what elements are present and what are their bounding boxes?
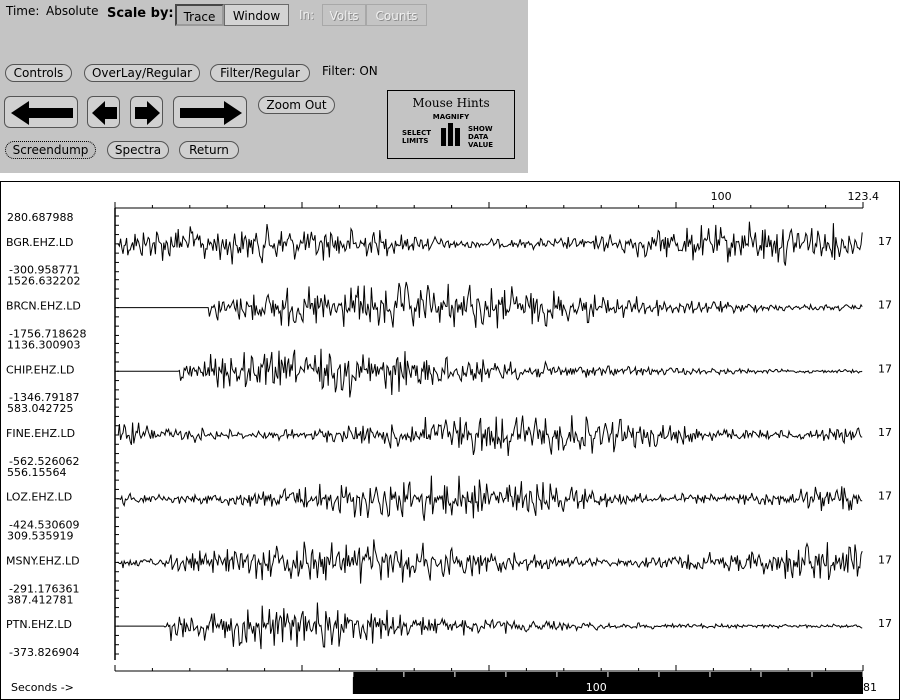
trace-max-label: 1526.632202 — [7, 275, 80, 288]
top-axis-end-label: 123.4 — [848, 190, 880, 203]
trace-name-label: CHIP.EHZ.LD — [6, 363, 74, 376]
seismogram-trace — [117, 281, 863, 329]
trace-name-label: FINE.EHZ.LD — [6, 427, 75, 440]
mouse-hints-select: SELECT LIMITS — [402, 129, 431, 145]
scale-by-label: Scale by: — [107, 6, 174, 21]
trace-right-label: 17 — [878, 553, 892, 566]
return-button[interactable]: Return — [179, 141, 239, 159]
trace-name-label: LOZ.EHZ.LD — [6, 491, 72, 504]
trace-right-label: 17 — [878, 426, 892, 439]
trace-max-label: 583.042725 — [7, 402, 73, 415]
trace-right-label: 17 — [878, 490, 892, 503]
seismogram-trace — [117, 348, 863, 398]
bottom-axis-end-label: 181 — [856, 681, 877, 694]
trace-max-label: 280.687988 — [7, 211, 73, 224]
seismogram-canvas[interactable]: 100 123.4280.687988BGR.EHZ.LD-300.9587711… — [1, 182, 899, 699]
scroll-far-right-button[interactable] — [173, 96, 247, 128]
left-arrow-icon — [92, 101, 117, 125]
trace-right-label: 17 — [878, 362, 892, 375]
mouse-hints-magnify: MAGNIFY — [432, 113, 470, 121]
scale-window-button[interactable]: Window — [224, 4, 289, 26]
time-label: Time: — [6, 4, 40, 18]
right-arrow-icon — [135, 101, 160, 125]
seismogram-trace — [117, 475, 863, 521]
trace-name-label: BRCN.EHZ.LD — [6, 300, 81, 313]
data-text: DATA — [468, 133, 489, 141]
trace-right-label: 17 — [878, 617, 892, 630]
control-panel: Time: Absolute Scale by: Trace Window In… — [0, 0, 528, 173]
trace-name-label: MSNY.EHZ.LD — [6, 554, 80, 567]
counts-button[interactable]: Counts — [366, 4, 427, 26]
mouse-hints-show: SHOW DATA VALUE — [468, 125, 493, 149]
mouse-hints-title: Mouse Hints — [412, 96, 490, 110]
seismogram-trace — [117, 602, 863, 650]
trace-max-label: 387.412781 — [7, 593, 73, 606]
seismogram-trace — [117, 221, 863, 266]
trace-name-label: BGR.EHZ.LD — [6, 236, 73, 249]
volts-button[interactable]: Volts — [322, 4, 366, 26]
seismogram-plot[interactable]: 100 123.4 280.687988 BGR.EHZ.LD -300.958771 1… — [0, 181, 900, 700]
trace-name-label: PTN.EHZ.LD — [6, 618, 72, 631]
bottom-axis-label: Seconds -> — [11, 681, 74, 694]
trace-max-label: 556.15564 — [7, 466, 67, 479]
in-label: In: — [299, 8, 315, 22]
trace-max-label: 309.535919 — [7, 530, 73, 543]
scroll-far-left-button[interactable] — [4, 96, 78, 128]
show-text: SHOW — [468, 125, 493, 133]
scale-trace-button[interactable]: Trace — [175, 4, 224, 26]
trace-right-label: 17 — [878, 299, 892, 312]
big-left-arrow-icon — [11, 101, 73, 125]
limits-text: LIMITS — [402, 137, 429, 145]
filter-status: Filter: ON — [322, 64, 378, 78]
select-text: SELECT — [402, 129, 431, 137]
overlay-regular-button[interactable]: OverLay/Regular — [84, 64, 200, 82]
zoom-out-button[interactable]: Zoom Out — [258, 96, 335, 114]
seismogram-trace — [117, 415, 863, 457]
spectra-button[interactable]: Spectra — [107, 141, 169, 159]
seismogram-trace — [117, 539, 863, 584]
bottom-axis-tick-label: 100 — [586, 681, 607, 694]
trace-min-label: -373.826904 — [9, 646, 79, 659]
screendump-button[interactable]: Screendump — [5, 141, 96, 159]
trace-right-label: 17 — [878, 235, 892, 248]
mouse-hints-box: Mouse Hints MAGNIFY SELECT LIMITS SHOW D… — [387, 90, 515, 159]
time-value[interactable]: Absolute — [46, 4, 98, 18]
scroll-left-button[interactable] — [87, 96, 120, 128]
value-text: VALUE — [468, 141, 494, 149]
controls-button[interactable]: Controls — [5, 64, 72, 82]
big-right-arrow-icon — [180, 101, 242, 125]
filter-regular-button[interactable]: Filter/Regular — [210, 64, 310, 82]
trace-max-label: 1136.300903 — [7, 338, 80, 351]
top-axis-tick-label: 100 — [711, 190, 732, 203]
mouse-buttons-icon — [441, 123, 460, 146]
scroll-right-button[interactable] — [130, 96, 163, 128]
